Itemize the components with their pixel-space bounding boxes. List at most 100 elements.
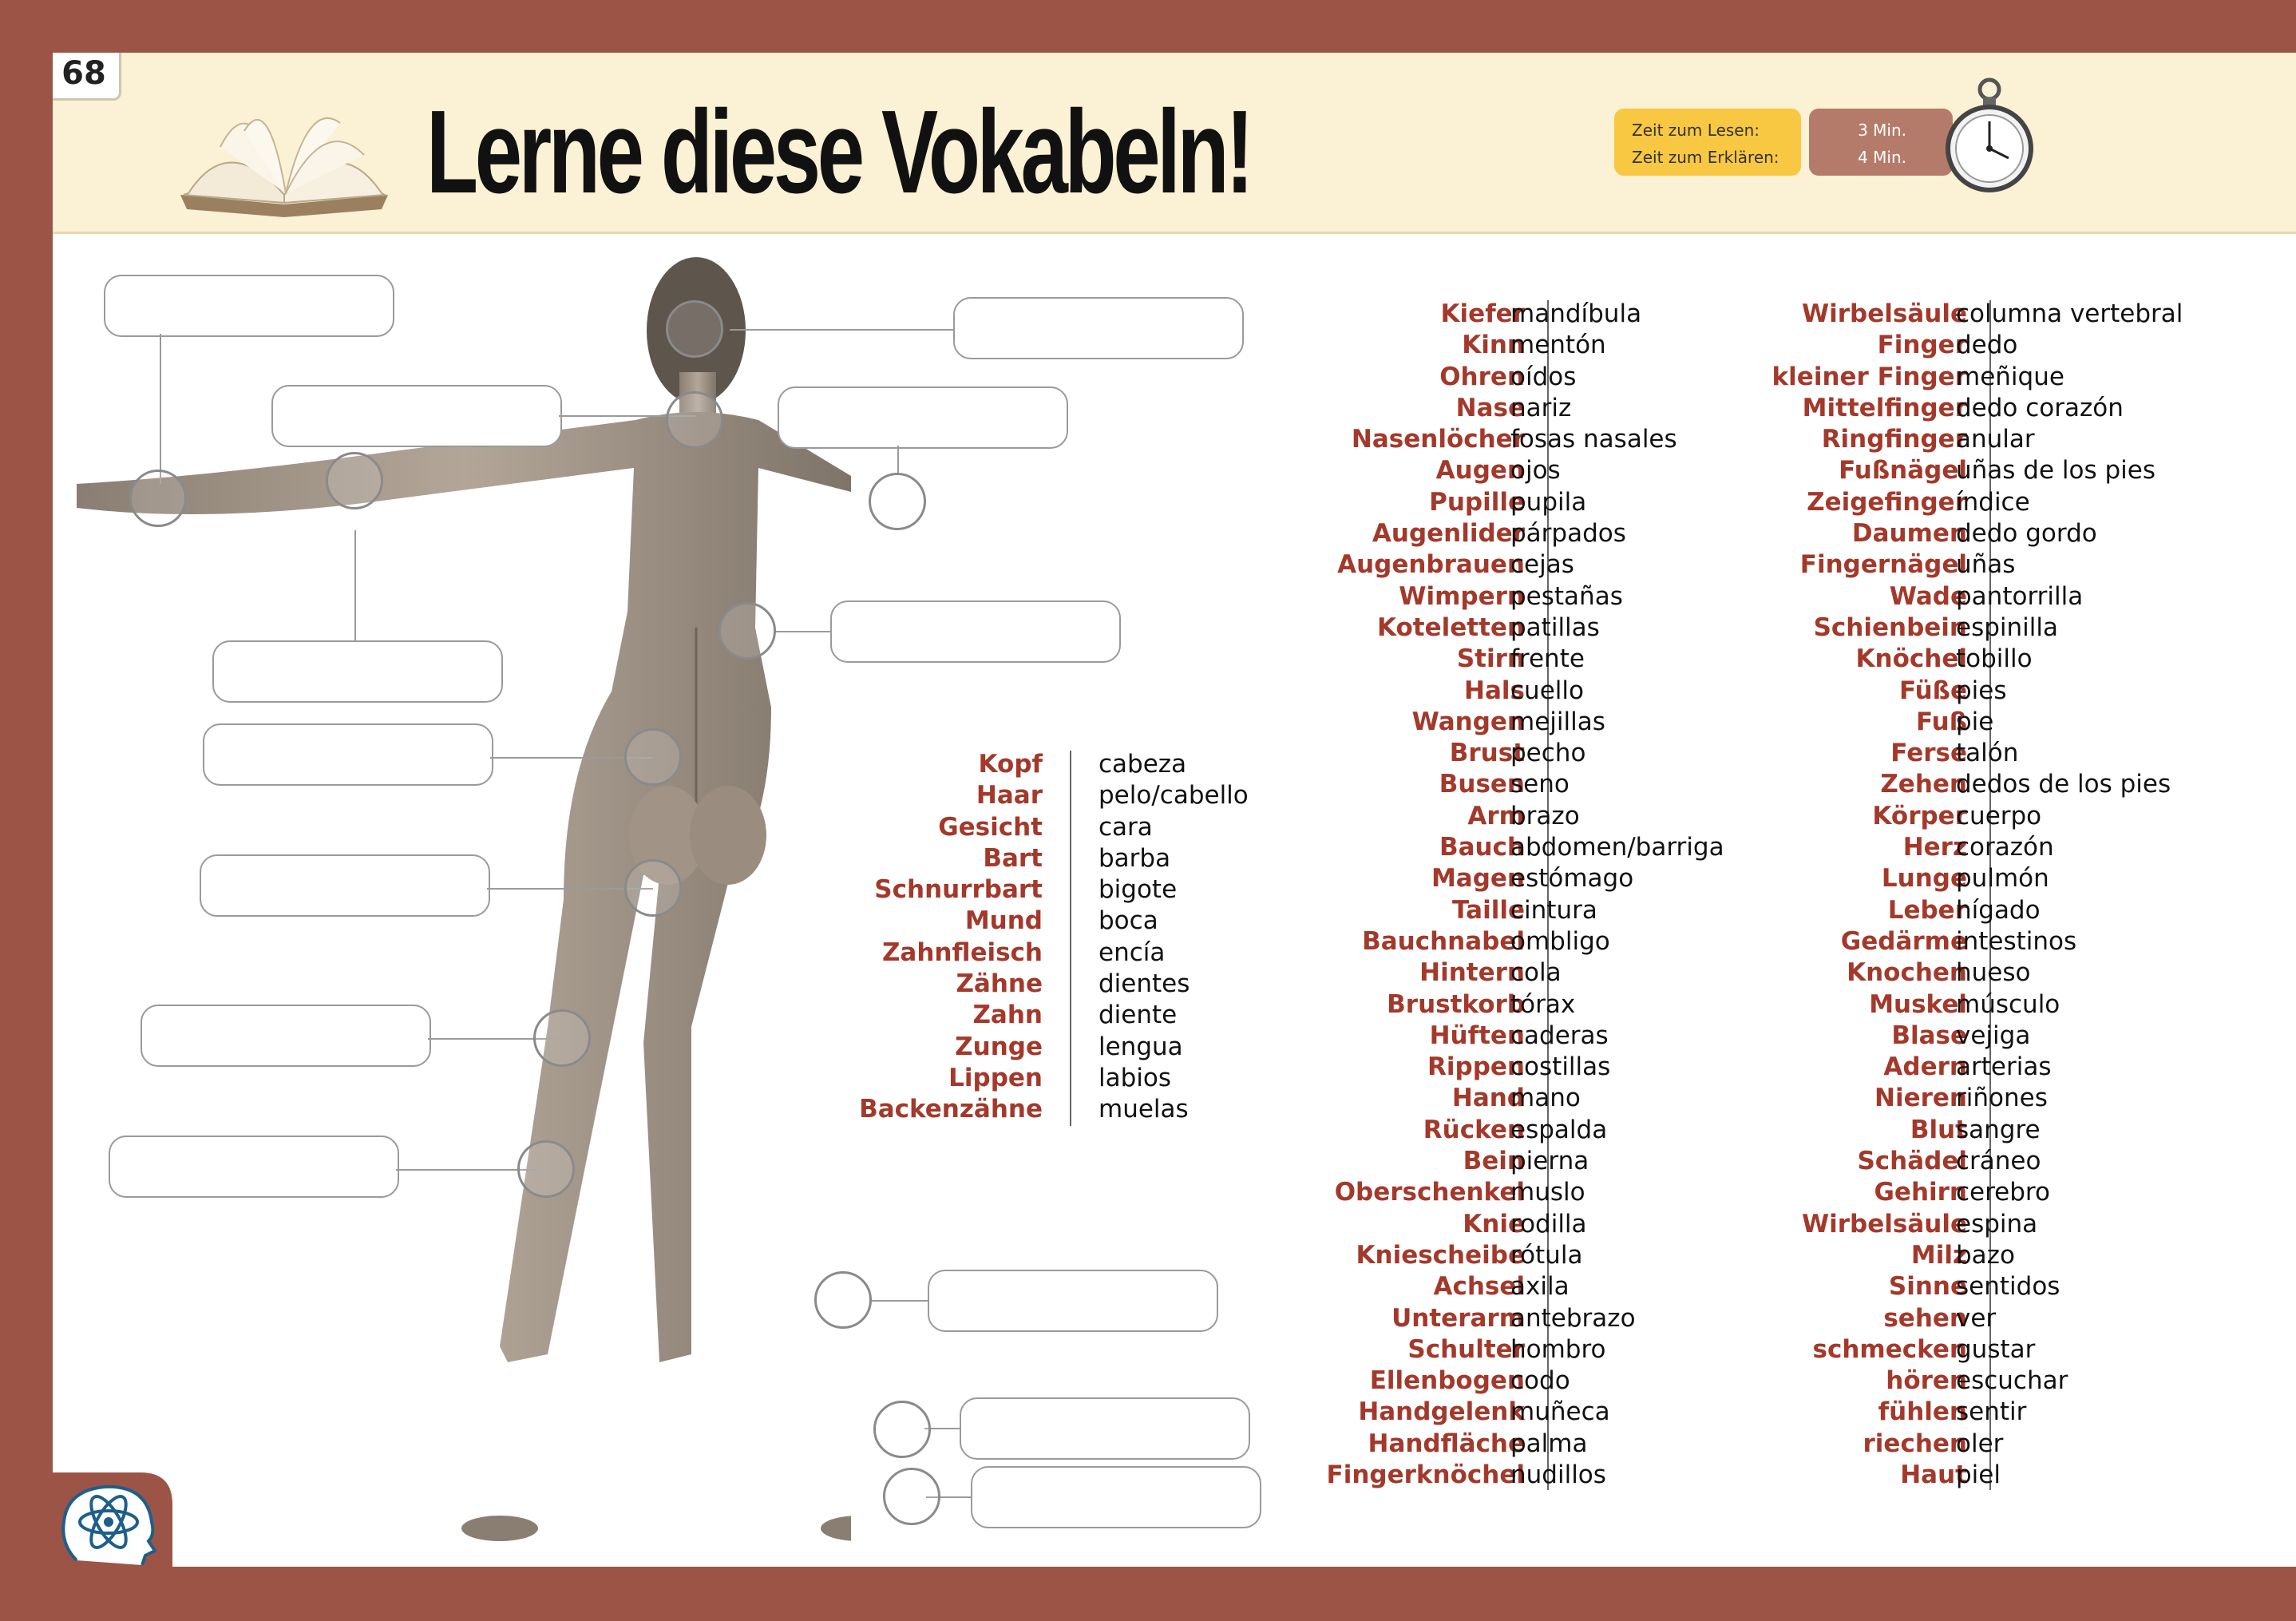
read-time-value: 3 Min. <box>1858 121 1906 140</box>
spanish-word: talón <box>1956 739 2019 768</box>
german-word: sehen <box>1883 1303 1967 1333</box>
german-word: Wangen <box>1411 707 1525 736</box>
connector-line <box>872 1300 928 1302</box>
german-word: Pupille <box>1429 487 1525 517</box>
german-word: Haar <box>976 781 1043 810</box>
spanish-word: bazo <box>1956 1240 2015 1270</box>
label-box-5[interactable] <box>212 640 503 703</box>
spanish-word: espinilla <box>1956 612 2058 642</box>
read-time-label: Zeit zum Lesen: <box>1632 121 1760 140</box>
german-word: Schädel <box>1857 1147 1967 1176</box>
spanish-word: cuerpo <box>1956 801 2042 830</box>
german-word: Knie <box>1463 1209 1525 1239</box>
german-word: Lippen <box>948 1063 1043 1092</box>
german-word: Arm <box>1467 801 1525 830</box>
spanish-word: ver <box>1956 1303 1997 1333</box>
spanish-word: uñas <box>1956 550 2016 580</box>
body-marker-buttocks[interactable] <box>624 859 682 917</box>
german-word: Zahnfleisch <box>881 937 1043 967</box>
body-marker-ankle[interactable] <box>873 1401 931 1458</box>
label-box-2[interactable] <box>271 385 562 447</box>
german-word: Ohren <box>1439 362 1525 391</box>
page-header: 68 Lerne diese Vokabeln! Zeit zum Lesen:… <box>53 53 2296 234</box>
spanish-word: pantorrilla <box>1956 581 2084 611</box>
body-marker-back[interactable] <box>718 602 776 660</box>
german-word: Muskel <box>1869 989 1967 1019</box>
german-word: Gedärme <box>1840 926 1967 956</box>
german-word: Oberschenkel <box>1334 1178 1525 1207</box>
label-box-6[interactable] <box>830 600 1121 663</box>
german-word: Hüften <box>1429 1021 1525 1050</box>
german-word: Fußnägel <box>1839 456 1967 486</box>
label-box-11[interactable] <box>928 1270 1218 1332</box>
timer-labels: Zeit zum Lesen: Zeit zum Erklären: <box>1614 109 1801 176</box>
german-word: Taille <box>1452 895 1525 925</box>
label-box-4[interactable] <box>778 386 1068 449</box>
german-word: Nase <box>1455 393 1525 422</box>
column-1-german: Kiefer Kinn Ohren Nase Nasenlöcher Augen Pupil… <box>1234 299 1525 1491</box>
label-box-7[interactable] <box>203 723 493 786</box>
label-box-8[interactable] <box>200 854 490 917</box>
german-word: Leber <box>1887 895 1967 925</box>
body-marker-waist[interactable] <box>624 728 682 786</box>
label-box-10[interactable] <box>109 1135 399 1198</box>
german-word: Hals <box>1464 676 1525 705</box>
connector-line <box>730 329 953 331</box>
spanish-word: meñique <box>1956 362 2064 391</box>
body-marker-heel[interactable] <box>883 1468 940 1525</box>
german-word: Mund <box>964 906 1043 936</box>
spanish-word: arterias <box>1956 1052 2052 1082</box>
body-marker-hand[interactable] <box>129 470 187 527</box>
german-word: Brustkorb <box>1387 989 1525 1019</box>
spanish-word: escuchar <box>1956 1366 2068 1396</box>
german-word: Ellenbogen <box>1369 1366 1525 1396</box>
body-marker-knee[interactable] <box>517 1140 575 1198</box>
german-word: Wimpern <box>1399 581 1525 611</box>
connector-line <box>160 334 161 484</box>
german-word: Fingernägel <box>1799 550 1967 580</box>
worksheet-page: 68 Lerne diese Vokabeln! Zeit zum Lesen:… <box>53 53 2296 1567</box>
german-word: Handgelenk <box>1358 1397 1525 1427</box>
connector-line <box>897 446 899 473</box>
german-word: Bauch <box>1439 833 1525 862</box>
spanish-word: dedos de los pies <box>1956 770 2171 799</box>
german-word: Koteletten <box>1376 612 1525 642</box>
german-word: Hintern <box>1419 958 1525 988</box>
body-marker-thigh[interactable] <box>533 1009 591 1067</box>
german-word: Bauchnabel <box>1362 926 1525 956</box>
body-marker-upper-arm[interactable] <box>326 452 383 509</box>
short-list-divider <box>1070 751 1071 1126</box>
body-marker-head[interactable] <box>666 300 723 358</box>
german-word: Kniescheibe <box>1356 1240 1525 1270</box>
body-marker-calf[interactable] <box>814 1271 872 1329</box>
german-word: Füße <box>1898 676 1967 705</box>
label-box-9[interactable] <box>141 1005 431 1067</box>
spanish-word: hueso <box>1956 958 2031 988</box>
spanish-word: riñones <box>1956 1084 2048 1113</box>
german-word: hören <box>1886 1366 1967 1396</box>
spanish-word: dedo <box>1956 331 2018 360</box>
label-box-3[interactable] <box>953 297 1244 359</box>
column-2-spanish: columna vertebral dedo meñique dedo corazón… <box>1956 299 2275 1491</box>
german-word: Fuß <box>1916 707 1967 736</box>
german-word: riechen <box>1863 1429 1967 1458</box>
body-marker-neck[interactable] <box>666 391 723 449</box>
stopwatch-icon <box>1946 77 2033 192</box>
label-box-1[interactable] <box>104 275 394 337</box>
german-word: Bart <box>983 843 1043 873</box>
page-number: 68 <box>53 53 121 101</box>
body-marker-elbow[interactable] <box>869 473 926 530</box>
german-word: Backenzähne <box>859 1095 1043 1124</box>
german-word: Magen <box>1431 864 1525 894</box>
german-word: Mittelfinger <box>1802 393 1967 422</box>
label-box-13[interactable] <box>971 1466 1261 1528</box>
german-word: Blut <box>1910 1115 1967 1144</box>
label-box-12[interactable] <box>960 1397 1250 1460</box>
spanish-word: pie <box>1956 707 1994 736</box>
german-word: Knochen <box>1847 958 1967 988</box>
explain-time-label: Zeit zum Erklären: <box>1632 148 1779 167</box>
open-book-icon <box>180 117 388 217</box>
connector-line <box>354 530 356 640</box>
german-word: Kiefer <box>1440 299 1525 328</box>
spanish-word: pies <box>1956 676 2007 705</box>
